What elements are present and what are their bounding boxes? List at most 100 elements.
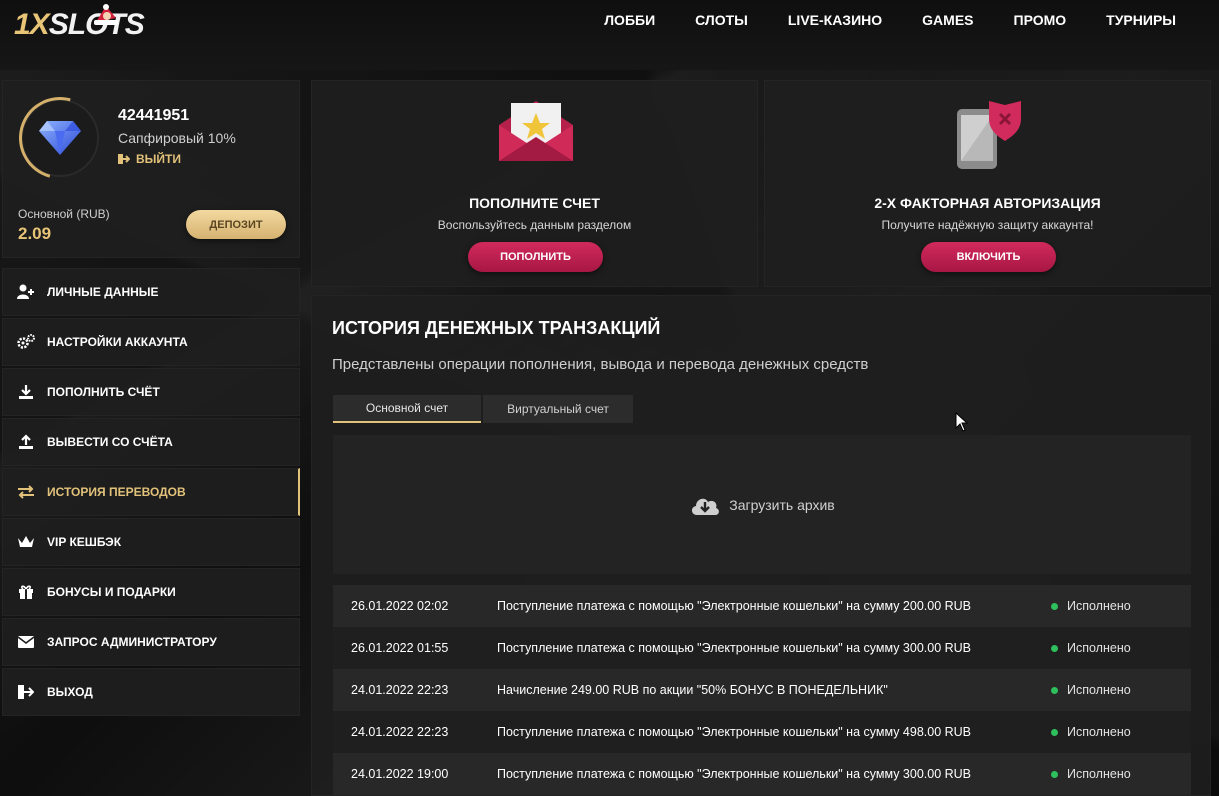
sidebar-item-transfer-history[interactable]: ИСТОРИЯ ПЕРЕВОДОВ: [2, 468, 300, 516]
row-date: 24.01.2022 22:23: [351, 725, 449, 739]
phone-shield-icon: [957, 101, 1021, 169]
status-label: Исполнено: [1067, 767, 1131, 781]
account-tabs: Основной счет Виртуальный счет: [333, 395, 633, 423]
sidebar-item-label: ВЫХОД: [47, 685, 93, 699]
status-dot-icon: [1051, 770, 1058, 778]
header: 1XSLOTS ЛОББИ СЛОТЫ LIVE-КАЗИНО GAMES ПР…: [0, 0, 1219, 70]
crown-icon: [17, 533, 35, 551]
logout-link[interactable]: ВЫЙТИ: [118, 152, 181, 166]
mouse-cursor-icon: [955, 412, 969, 432]
status-dot-icon: [1051, 686, 1058, 694]
twofa-card-title: 2-Х ФАКТОРНАЯ АВТОРИЗАЦИЯ: [874, 195, 1101, 211]
status-dot-icon: [1051, 728, 1058, 736]
row-description: Начисление 249.00 RUB по акции "50% БОНУ…: [497, 683, 888, 697]
sidebar-item-label: ПОПОЛНИТЬ СЧЁТ: [47, 385, 160, 399]
table-row: 26.01.2022 01:55 Поступление платежа с п…: [333, 627, 1191, 669]
table-row: 26.01.2022 02:02 Поступление платежа с п…: [333, 585, 1191, 627]
tab-virtual-account[interactable]: Виртуальный счет: [483, 395, 633, 423]
balance-value: 2.09: [18, 224, 52, 243]
sidebar-item-label: НАСТРОЙКИ АККАУНТА: [47, 335, 188, 349]
row-status: Исполнено: [1051, 683, 1131, 697]
balance-label: Основной (RUB): [18, 207, 110, 221]
row-date: 26.01.2022 01:55: [351, 641, 449, 655]
row-status: Исполнено: [1051, 599, 1131, 613]
page-title: ИСТОРИЯ ДЕНЕЖНЫХ ТРАНЗАКЦИЙ: [332, 318, 661, 338]
santa-hat-icon: [94, 4, 118, 25]
deposit-card-subtitle: Воспользуйтесь данным разделом: [437, 218, 632, 232]
sidebar-item-label: ВЫВЕСТИ СО СЧЁТА: [47, 435, 173, 449]
avatar: [21, 99, 99, 177]
status-label: Исполнено: [1067, 641, 1131, 655]
enable-2fa-button[interactable]: ВКЛЮЧИТЬ: [921, 242, 1056, 272]
logout-icon: [118, 154, 130, 164]
nav-promo[interactable]: ПРОМО: [1014, 12, 1067, 28]
nav-lobby[interactable]: ЛОББИ: [604, 12, 655, 28]
gears-icon: [17, 333, 35, 351]
cloud-download-icon: [692, 498, 720, 515]
top-up-button[interactable]: ПОПОЛНИТЬ: [468, 242, 603, 272]
row-description: Поступление платежа с помощью "Электронн…: [497, 725, 972, 739]
download-archive-button[interactable]: Загрузить архив: [333, 435, 1191, 574]
row-description: Поступление платежа с помощью "Электронн…: [497, 641, 972, 655]
sidebar-item-logout[interactable]: ВЫХОД: [2, 668, 300, 716]
sapphire-icon: [39, 121, 81, 155]
logo[interactable]: 1XSLOTS: [14, 8, 145, 42]
user-id: 42441951: [118, 107, 190, 124]
vip-status: Сапфировый 10%: [118, 130, 236, 146]
page-description: Представлены операции пополнения, вывода…: [332, 356, 869, 373]
gift-icon: [17, 583, 35, 601]
sidebar-item-label: БОНУСЫ И ПОДАРКИ: [47, 585, 176, 599]
row-date: 24.01.2022 22:23: [351, 683, 449, 697]
table-row: 24.01.2022 19:00 Поступление платежа с п…: [333, 753, 1191, 795]
sidebar-item-deposit[interactable]: ПОПОЛНИТЬ СЧЁТ: [2, 368, 300, 416]
transactions-table: 26.01.2022 02:02 Поступление платежа с п…: [333, 585, 1191, 795]
status-label: Исполнено: [1067, 599, 1131, 613]
status-label: Исполнено: [1067, 683, 1131, 697]
twofa-card-subtitle: Получите надёжную защиту аккаунта!: [881, 218, 1094, 232]
nav-slots[interactable]: СЛОТЫ: [695, 12, 748, 28]
upload-icon: [17, 433, 35, 451]
sidebar-menu: ЛИЧНЫЕ ДАННЫЕ НАСТРОЙКИ АККАУНТА ПОПОЛНИ…: [2, 268, 300, 718]
sidebar-item-admin-request[interactable]: ЗАПРОС АДМИНИСТРАТОРУ: [2, 618, 300, 666]
sidebar-item-account-settings[interactable]: НАСТРОЙКИ АККАУНТА: [2, 318, 300, 366]
row-status: Исполнено: [1051, 767, 1131, 781]
archive-label: Загрузить архив: [729, 496, 835, 513]
logout-label: ВЫЙТИ: [136, 152, 181, 166]
nav-tournaments[interactable]: ТУРНИРЫ: [1106, 12, 1176, 28]
sidebar-item-withdraw[interactable]: ВЫВЕСТИ СО СЧЁТА: [2, 418, 300, 466]
main-nav: ЛОББИ СЛОТЫ LIVE-КАЗИНО GAMES ПРОМО ТУРН…: [604, 12, 1176, 28]
nav-live-casino[interactable]: LIVE-КАЗИНО: [788, 12, 882, 28]
user-plus-icon: [17, 283, 35, 301]
status-dot-icon: [1051, 644, 1058, 652]
row-description: Поступление платежа с помощью "Электронн…: [497, 599, 972, 613]
sidebar-item-label: ИСТОРИЯ ПЕРЕВОДОВ: [47, 485, 186, 499]
nav-games[interactable]: GAMES: [922, 12, 973, 28]
status-label: Исполнено: [1067, 725, 1131, 739]
download-icon: [17, 383, 35, 401]
table-row: 24.01.2022 22:23 Поступление платежа с п…: [333, 711, 1191, 753]
sidebar-item-label: VIP КЕШБЭК: [47, 535, 122, 549]
envelope-icon: [17, 633, 35, 651]
transfer-icon: [17, 483, 35, 501]
deposit-promo-card: ПОПОЛНИТЕ СЧЕТ Воспользуйтесь данным раз…: [311, 80, 758, 287]
sidebar-item-label: ЗАПРОС АДМИНИСТРАТОРУ: [47, 635, 217, 649]
row-date: 24.01.2022 19:00: [351, 767, 449, 781]
sidebar-item-vip-cashback[interactable]: VIP КЕШБЭК: [2, 518, 300, 566]
tab-main-account[interactable]: Основной счет: [333, 395, 481, 423]
row-status: Исполнено: [1051, 641, 1131, 655]
sidebar-item-bonuses[interactable]: БОНУСЫ И ПОДАРКИ: [2, 568, 300, 616]
sidebar-item-label: ЛИЧНЫЕ ДАННЫЕ: [47, 285, 159, 299]
row-description: Поступление платежа с помощью "Электронн…: [497, 767, 972, 781]
row-status: Исполнено: [1051, 725, 1131, 739]
sidebar-item-personal-data[interactable]: ЛИЧНЫЕ ДАННЫЕ: [2, 268, 300, 316]
envelope-star-icon: [499, 101, 573, 161]
deposit-button[interactable]: ДЕПОЗИТ: [186, 210, 286, 239]
two-factor-card: 2-Х ФАКТОРНАЯ АВТОРИЗАЦИЯ Получите надёж…: [764, 80, 1211, 287]
transaction-history-panel: ИСТОРИЯ ДЕНЕЖНЫХ ТРАНЗАКЦИЙ Представлены…: [311, 295, 1211, 796]
logout-icon: [17, 683, 35, 701]
deposit-card-title: ПОПОЛНИТЕ СЧЕТ: [469, 195, 600, 211]
status-dot-icon: [1051, 602, 1058, 610]
profile-card: 42441951 Сапфировый 10% ВЫЙТИ Основной (…: [2, 80, 300, 258]
logo-part-1x: 1X: [14, 8, 50, 41]
row-date: 26.01.2022 02:02: [351, 599, 449, 613]
